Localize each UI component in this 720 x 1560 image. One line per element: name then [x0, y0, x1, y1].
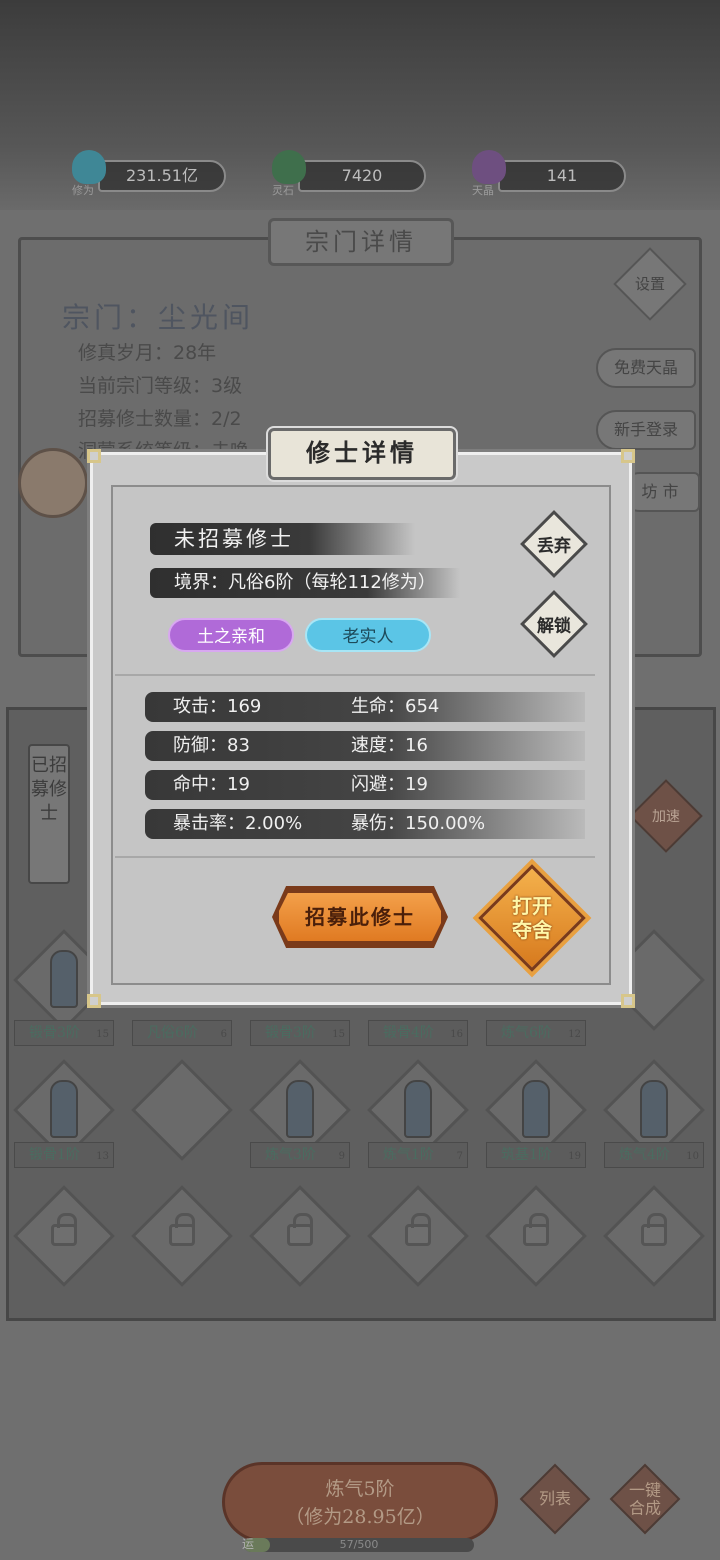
resource-value: 7420 [298, 160, 426, 192]
lock-icon [523, 1213, 549, 1246]
cultivation-flame-icon [72, 150, 106, 184]
cultivator-portrait [522, 1080, 550, 1138]
unlock-label: 解锁 [537, 616, 571, 637]
stat-defense: 防御：83 [173, 735, 250, 756]
newbie-login-button[interactable]: 新手登录 [596, 410, 696, 450]
stat-hp: 生命：654 [351, 696, 440, 717]
slot-label: 炼气1阶 7 [368, 1142, 468, 1168]
lock-icon [641, 1213, 667, 1246]
stat-row: 暴击率：2.00% 暴伤：150.00% [145, 809, 585, 839]
cultivator-portrait [50, 950, 78, 1008]
sect-years: 修真岁月：28年 [78, 342, 217, 364]
frame-corner [621, 994, 635, 1008]
cultivator-portrait [404, 1080, 432, 1138]
divider [115, 674, 595, 676]
resource-label: 灵石 [272, 184, 294, 197]
resource-label: 天晶 [472, 184, 494, 197]
stat-crit-rate: 暴击率：2.00% [173, 813, 303, 834]
stat-hit: 命中：19 [173, 774, 250, 795]
resource-value: 231.51亿 [98, 160, 226, 192]
frame-corner [87, 994, 101, 1008]
free-crystal-button[interactable]: 免费天晶 [596, 348, 696, 388]
frame-corner [621, 449, 635, 463]
stat-row: 防御：83 速度：16 [145, 731, 585, 761]
stat-speed: 速度：16 [351, 735, 428, 756]
current-realm: 炼气5阶 [325, 1478, 395, 1500]
slot-label: 炼气4阶 10 [604, 1142, 704, 1168]
slot-label: 锻骨3阶 15 [14, 1020, 114, 1046]
trait-tag: 土之亲和 [168, 618, 294, 652]
progress-prefix: 运 [242, 1537, 255, 1551]
list-label: 列表 [538, 1489, 572, 1509]
sect-recruit-count: 招募修士数量：2/2 [78, 408, 242, 430]
divider [115, 856, 595, 858]
progress-text: 57/500 [339, 1538, 379, 1551]
breakthrough-button[interactable]: 炼气5阶 （修为28.95亿） [222, 1462, 498, 1542]
sect-name: 宗门：尘光间 [62, 301, 255, 334]
merge-label: 一键 合成 [628, 1480, 662, 1517]
locked-slot[interactable] [485, 1185, 587, 1287]
recruit-cultivator-button[interactable]: 招募此修士 [276, 890, 444, 944]
sect-panel-title: 宗门详情 [268, 218, 454, 266]
one-click-merge-button[interactable]: 一键 合成 [609, 1463, 681, 1535]
sky-crystal-icon [472, 150, 506, 184]
recruited-cultivators-tab[interactable]: 已招募修士 [28, 744, 70, 884]
cultivator-realm: 境界：凡俗6阶（每轮112修为） [150, 568, 460, 598]
modal-title: 修士详情 [266, 426, 458, 482]
slot-label: 炼气3阶 9 [250, 1142, 350, 1168]
slot-label: 锻骨3阶 15 [250, 1020, 350, 1046]
sect-master-avatar[interactable] [18, 448, 88, 518]
stat-row: 命中：19 闪避：19 [145, 770, 585, 800]
resource-label: 修为 [72, 184, 94, 197]
slot-label: 炼气6阶 12 [486, 1020, 586, 1046]
stat-dodge: 闪避：19 [351, 774, 428, 795]
cultivator-portrait [640, 1080, 668, 1138]
resource-value: 141 [498, 160, 626, 192]
lock-icon [51, 1213, 77, 1246]
frame-corner [87, 449, 101, 463]
stat-row: 攻击：169 生命：654 [145, 692, 585, 722]
sect-level: 当前宗门等级：3级 [78, 375, 243, 397]
discard-label: 丢弃 [537, 536, 571, 557]
cultivator-portrait [286, 1080, 314, 1138]
lock-icon [405, 1213, 431, 1246]
lock-icon [169, 1213, 195, 1246]
list-button[interactable]: 列表 [519, 1463, 591, 1535]
slot-label: 锻骨4阶 16 [368, 1020, 468, 1046]
locked-slot[interactable] [131, 1185, 233, 1287]
settings-label: 设置 [634, 274, 666, 293]
empty-slot[interactable] [131, 1059, 233, 1161]
cultivator-name: 未招募修士 [150, 523, 415, 555]
current-cultivation: （修为28.95亿） [285, 1506, 435, 1528]
stat-crit-damage: 暴伤：150.00% [351, 813, 486, 834]
slot-label: 凡俗6阶 6 [132, 1020, 232, 1046]
cultivator-portrait [50, 1080, 78, 1138]
market-button[interactable]: 坊 市 [620, 472, 700, 512]
locked-slot[interactable] [13, 1185, 115, 1287]
slot-label: 筑基1阶 19 [486, 1142, 586, 1168]
slot-label: 锻骨1阶 13 [14, 1142, 114, 1168]
stat-attack: 攻击：169 [173, 696, 262, 717]
spirit-stone-icon [272, 150, 306, 184]
seize-label: 打开 夺舍 [512, 894, 552, 942]
locked-slot[interactable] [367, 1185, 469, 1287]
luck-progress-bar: 运 57/500 [242, 1537, 474, 1552]
lock-icon [287, 1213, 313, 1246]
locked-slot[interactable] [603, 1185, 705, 1287]
locked-slot[interactable] [249, 1185, 351, 1287]
resource-sky-crystal: 141 天晶 [472, 150, 632, 200]
accelerate-label: 加速 [652, 809, 680, 825]
trait-tag: 老实人 [305, 618, 431, 652]
resource-cultivation: 231.51亿 修为 [72, 150, 232, 200]
resource-spirit-stone: 7420 灵石 [272, 150, 432, 200]
